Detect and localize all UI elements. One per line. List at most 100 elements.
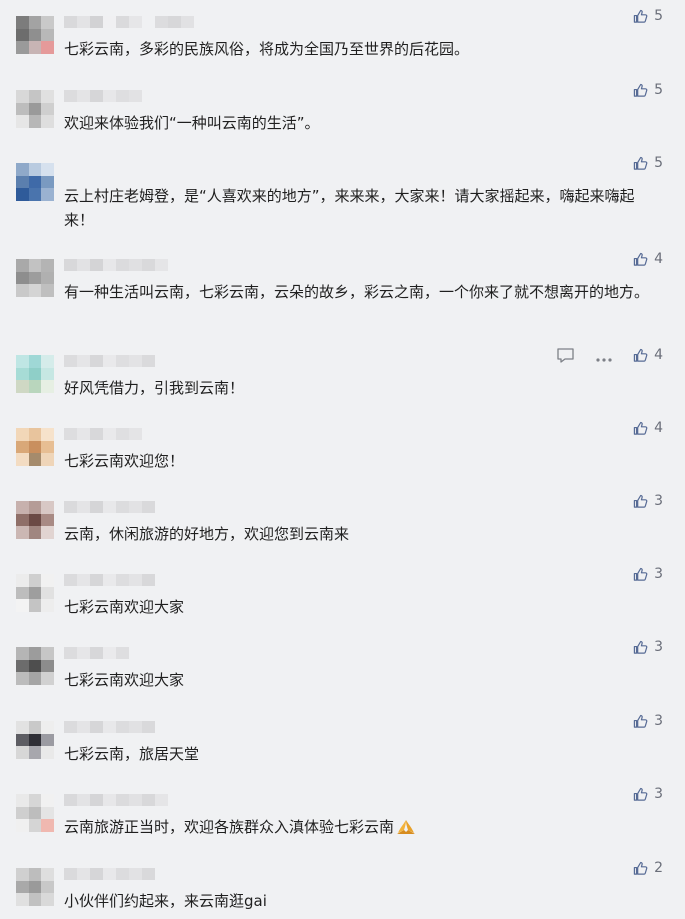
avatar-pixel: [28, 806, 42, 820]
username-pixel: [129, 501, 142, 513]
avatar[interactable]: [16, 259, 54, 297]
thumbs-up-icon: [633, 156, 648, 171]
avatar-pixel: [16, 440, 29, 454]
like-count: 3: [654, 493, 663, 509]
avatar[interactable]: [16, 794, 54, 832]
blurred-username[interactable]: [64, 16, 194, 28]
comment-text: 有一种生活叫云南，七彩云南，云朵的故乡，彩云之南，一个你来了就不想离开的地方。: [64, 283, 650, 301]
blurred-username[interactable]: [64, 574, 155, 586]
speech-bubble-icon[interactable]: [556, 347, 575, 368]
comment-actions: [556, 347, 613, 368]
avatar-pixel: [28, 90, 42, 103]
blurred-username[interactable]: [64, 90, 142, 102]
avatar-pixel: [28, 115, 42, 128]
avatar-pixel: [16, 513, 29, 527]
username-pixel: [103, 501, 116, 513]
comment-text-content: 云南旅游正当时，欢迎各族群众入滇体验七彩云南: [64, 818, 395, 836]
username-pixel: [77, 647, 90, 659]
username-pixel: [103, 647, 116, 659]
thumbs-up-icon: [633, 861, 648, 876]
avatar-pixel: [41, 501, 54, 514]
avatar[interactable]: [16, 163, 54, 201]
avatar-pixel: [28, 102, 42, 116]
blurred-username[interactable]: [64, 428, 142, 440]
like-button[interactable]: 3: [633, 493, 663, 509]
username-pixel: [142, 501, 155, 513]
username-pixel: [64, 794, 77, 806]
avatar[interactable]: [16, 574, 54, 612]
username-pixel: [90, 90, 103, 102]
username-pixel: [103, 355, 116, 367]
avatar-pixel: [16, 284, 29, 297]
comment-text: 欢迎来体验我们“一种叫云南的生活”。: [64, 114, 320, 132]
like-button[interactable]: 4: [633, 420, 663, 436]
like-button[interactable]: 3: [633, 566, 663, 582]
like-button[interactable]: 5: [633, 155, 663, 171]
avatar-pixel: [28, 284, 42, 297]
thumbs-up-icon: [633, 252, 648, 267]
avatar-pixel: [41, 28, 54, 42]
blurred-username[interactable]: [64, 501, 155, 513]
avatar-pixel: [16, 893, 29, 906]
avatar[interactable]: [16, 355, 54, 393]
ellipsis-icon[interactable]: [595, 348, 613, 367]
avatar[interactable]: [16, 868, 54, 906]
blurred-username[interactable]: [64, 794, 168, 806]
avatar-pixel: [16, 259, 29, 272]
blurred-username[interactable]: [64, 647, 129, 659]
avatar-pixel: [41, 746, 54, 759]
comment-text: 七彩云南，旅居天堂: [64, 745, 200, 763]
username-pixel: [103, 868, 116, 880]
like-count: 4: [654, 420, 663, 436]
avatar-pixel: [16, 672, 29, 685]
avatar-pixel: [28, 599, 42, 612]
like-button[interactable]: 3: [633, 713, 663, 729]
blurred-username[interactable]: [64, 259, 168, 271]
avatar-pixel: [41, 41, 54, 54]
comment-text: 小伙伴们约起来，来云南逛gai: [64, 892, 267, 910]
like-button[interactable]: 4: [633, 347, 663, 363]
avatar-pixel: [41, 271, 54, 285]
username-pixel: [77, 501, 90, 513]
username-pixel: [103, 794, 116, 806]
like-button[interactable]: 3: [633, 639, 663, 655]
thumbs-up-icon: [633, 83, 648, 98]
username-pixel: [77, 721, 90, 733]
avatar-pixel: [16, 746, 29, 759]
avatar-pixel: [41, 794, 54, 807]
avatar-pixel: [16, 163, 29, 176]
avatar-pixel: [41, 868, 54, 881]
avatar-pixel: [41, 586, 54, 600]
like-count: 3: [654, 786, 663, 802]
username-pixel: [116, 259, 129, 271]
like-button[interactable]: 3: [633, 786, 663, 802]
comment-text: 云上村庄老姆登，是“人喜欢来的地方”，来来来，大家来！请大家摇起来，嗨起来嗨起来…: [64, 187, 635, 229]
avatar[interactable]: [16, 647, 54, 685]
blurred-username[interactable]: [64, 868, 155, 880]
avatar-pixel: [16, 188, 29, 201]
username-pixel: [90, 355, 103, 367]
avatar[interactable]: [16, 428, 54, 466]
avatar-pixel: [41, 733, 54, 747]
thumbs-up-icon: [633, 9, 648, 24]
avatar-pixel: [16, 526, 29, 539]
like-button[interactable]: 5: [633, 8, 663, 24]
avatar-pixel: [28, 28, 42, 42]
avatar[interactable]: [16, 721, 54, 759]
avatar-pixel: [16, 868, 29, 881]
like-button[interactable]: 5: [633, 82, 663, 98]
like-button[interactable]: 2: [633, 860, 663, 876]
avatar[interactable]: [16, 501, 54, 539]
like-button[interactable]: 4: [633, 251, 663, 267]
avatar-pixel: [28, 647, 42, 660]
thumbs-up-icon: [633, 640, 648, 655]
blurred-username[interactable]: [64, 355, 155, 367]
avatar[interactable]: [16, 90, 54, 128]
avatar-pixel: [41, 806, 54, 820]
comment-text: 云南旅游正当时，欢迎各族群众入滇体验七彩云南: [64, 815, 662, 842]
thumbs-up-icon: [633, 787, 648, 802]
blurred-username[interactable]: [64, 721, 155, 733]
avatar-pixel: [16, 806, 29, 820]
avatar[interactable]: [16, 16, 54, 54]
avatar-pixel: [41, 599, 54, 612]
